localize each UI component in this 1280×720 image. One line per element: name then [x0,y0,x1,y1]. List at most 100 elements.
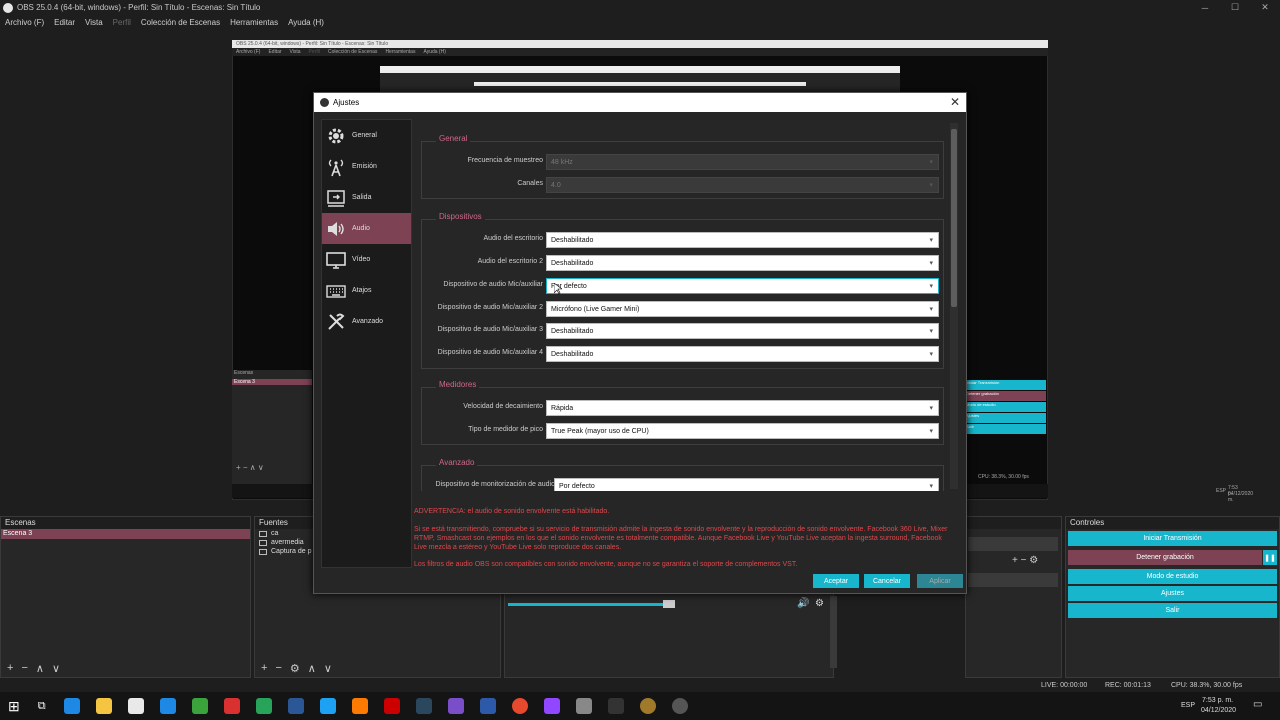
speaker-icon [328,221,344,236]
sidebar-item-hotkeys[interactable]: Atajos [322,275,411,306]
nested-lang: ESP [1216,488,1227,494]
sidebar-item-advanced[interactable]: Avanzado [322,306,411,337]
task-view-icon[interactable]: ⧉ [38,700,46,713]
decay-rate-select[interactable]: Rápida [546,400,939,417]
duration-field[interactable] [968,573,1058,587]
studio-mode-button[interactable]: Modo de estudio [1068,569,1277,584]
explorer-icon[interactable] [95,698,112,714]
remove-source-button[interactable]: − [275,662,281,674]
volume-slider[interactable] [508,603,674,606]
visual-studio-icon[interactable] [479,698,496,714]
language-indicator[interactable]: ESP [1181,702,1195,709]
pause-recording-button[interactable]: ❚❚ [1263,550,1277,565]
sidebar-item-stream[interactable]: Emisión [322,151,411,182]
start-icon[interactable]: ⊞ [8,698,20,715]
menu-edit[interactable]: Editar [54,18,75,27]
cancel-button[interactable]: Cancelar [864,574,910,588]
remove-scene-button[interactable]: − [21,662,27,674]
source-settings-icon[interactable]: ⚙ [290,662,300,675]
volume-slider-handle[interactable] [663,600,675,608]
desktop-audio-2-select[interactable]: Deshabilitado [546,255,939,272]
app-icon[interactable] [575,698,592,714]
stop-recording-button[interactable]: Detener grabación [1068,550,1262,565]
menu-profile[interactable]: Perfil [113,18,131,27]
mic-aux-4-select[interactable]: Deshabilitado [546,346,939,363]
keyboard-icon [326,284,346,298]
source-label: ca [271,530,279,537]
move-up-button[interactable]: ∧ [36,662,44,675]
scrollbar-thumb[interactable] [951,129,957,307]
channels-select[interactable]: 4.0 [546,177,939,194]
mixer-gear-icon[interactable]: ⚙ [815,598,824,609]
obs-icon[interactable] [671,698,688,714]
word-icon[interactable] [287,698,304,714]
mic-aux-select[interactable]: Por defecto [546,278,939,295]
move-down-button[interactable]: ∨ [324,662,332,675]
move-down-button[interactable]: ∨ [52,662,60,675]
clock-time[interactable]: 7:53 p. m. [1202,697,1233,704]
clock-date[interactable]: 04/12/2020 [1201,707,1236,714]
nested-scenes-panel: Escenas Escena 3 + − ∧ ∨ [232,370,312,490]
menu-tools[interactable]: Herramientas [230,18,278,27]
sidebar-item-label: Avanzado [352,318,384,325]
add-source-button[interactable]: + [261,662,267,674]
apply-button[interactable]: Aplicar [917,574,963,588]
app-icon[interactable] [639,698,656,714]
add-scene-button[interactable]: + [7,662,13,674]
nested-menu-item: Editar [268,49,282,55]
xbox-app-icon[interactable] [255,698,272,714]
sidebar-item-label: Vídeo [352,256,371,263]
mic-aux-2-select[interactable]: Micrófono (Live Gamer Mini) [546,301,939,318]
minimize-button[interactable]: ─ [1190,0,1220,15]
settings-sidebar: General Emisión Salida Audio Vídeo Atajo… [321,119,412,568]
maximize-button[interactable]: ☐ [1220,0,1250,15]
twitch-icon[interactable] [543,698,560,714]
mail-icon[interactable] [159,698,176,714]
close-icon[interactable]: ✕ [950,95,960,109]
setting-label: Frecuencia de muestreo [467,157,543,164]
close-window-button[interactable]: ✕ [1250,0,1280,15]
sidebar-item-video[interactable]: Vídeo [322,244,411,275]
sample-rate-select[interactable]: 48 kHz [546,154,939,171]
accept-button[interactable]: Aceptar [813,574,859,588]
sidebar-item-audio[interactable]: Audio [322,213,411,244]
nested-controls: Iniciar Transmisión Detener grabación Mo… [966,380,1046,434]
exit-button[interactable]: Salir [1068,603,1277,618]
peak-meter-type-select[interactable]: True Peak (mayor uso de CPU) [546,423,939,440]
mixer-scrollbar[interactable] [830,596,837,668]
desktop-audio-select[interactable]: Deshabilitado [546,232,939,249]
netflix-icon[interactable] [383,698,400,714]
epic-games-icon[interactable] [607,698,624,714]
move-up-button[interactable]: ∧ [308,662,316,675]
mouse-cursor-icon [554,283,562,295]
app-icon[interactable] [351,698,368,714]
store-icon[interactable] [127,698,144,714]
scene-item[interactable]: Escena 3 [1,529,250,539]
setting-row: Dispositivo de audio Mic/auxiliar 2 Micr… [422,301,945,318]
mic-aux-3-select[interactable]: Deshabilitado [546,323,939,340]
settings-button[interactable]: Ajustes [1068,586,1277,601]
xbox-icon[interactable] [191,698,208,714]
start-streaming-button[interactable]: Iniciar Transmisión [1068,531,1277,546]
menu-help[interactable]: Ayuda (H) [288,18,324,27]
scenes-dock-title: Escenas [1,517,250,529]
steam-icon[interactable] [415,698,432,714]
chrome-icon[interactable] [511,698,528,714]
app-icon[interactable] [223,698,240,714]
sidebar-item-general[interactable]: General [322,120,411,151]
skype-icon[interactable] [319,698,336,714]
transition-select[interactable] [968,537,1058,551]
menu-view[interactable]: Vista [85,18,103,27]
notifications-icon[interactable]: ▭ [1253,699,1262,710]
edge-icon[interactable] [63,698,80,714]
source-type-icon [259,539,267,546]
menu-scene-collection[interactable]: Colección de Escenas [141,18,220,27]
app-icon[interactable] [447,698,464,714]
settings-scrollbar[interactable] [950,123,958,489]
nested-ctl: Ajustes [966,413,1046,423]
sidebar-item-output[interactable]: Salida [322,182,411,213]
transition-tools[interactable]: + − ⚙ [1012,555,1038,566]
monitoring-device-select[interactable]: Por defecto [554,478,939,491]
menu-file[interactable]: Archivo (F) [5,18,44,27]
speaker-icon[interactable]: 🔊 [797,598,809,609]
